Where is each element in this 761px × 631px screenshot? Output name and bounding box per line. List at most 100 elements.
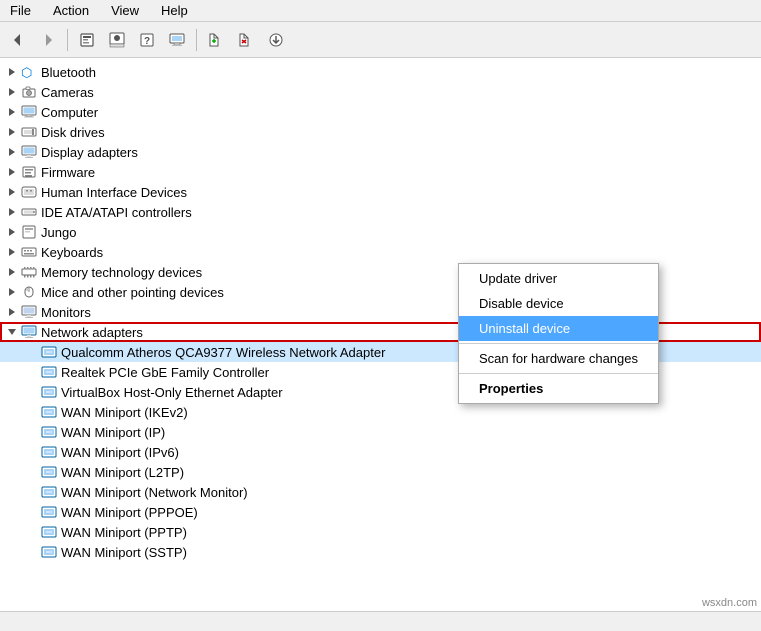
label-keyboards: Keyboards [41,245,103,260]
expander-computer[interactable] [4,104,20,120]
tree-item-jungo[interactable]: Jungo [0,222,761,242]
icon-ide [20,203,38,221]
properties-icon [79,32,95,48]
context-menu-separator [459,373,658,374]
expander-virtualbox[interactable] [24,384,40,400]
expander-hid[interactable] [4,184,20,200]
tree-item-computer[interactable]: Computer [0,102,761,122]
expander-wan-l2tp[interactable] [24,464,40,480]
label-hid: Human Interface Devices [41,185,187,200]
label-mice: Mice and other pointing devices [41,285,224,300]
update-driver-button[interactable] [103,26,131,54]
context-menu-item-scan-changes[interactable]: Scan for hardware changes [459,346,658,371]
tree-item-wan-ipv6[interactable]: WAN Miniport (IPv6) [0,442,761,462]
status-bar [0,611,761,631]
context-menu-item-disable-device[interactable]: Disable device [459,291,658,316]
expander-wan-ipv6[interactable] [24,444,40,460]
icon-realtek [40,363,58,381]
expander-wan-pppoe[interactable] [24,504,40,520]
tree-item-wan-l2tp[interactable]: WAN Miniport (L2TP) [0,462,761,482]
tree-item-wan-netmon[interactable]: WAN Miniport (Network Monitor) [0,482,761,502]
scan-button[interactable] [163,26,191,54]
svg-text:⬡: ⬡ [21,65,32,80]
remove-button[interactable] [232,26,260,54]
label-wan-pptp: WAN Miniport (PPTP) [61,525,187,540]
tree-item-wan-ikev2[interactable]: WAN Miniport (IKEv2) [0,402,761,422]
context-menu-item-uninstall-device[interactable]: Uninstall device [459,316,658,341]
icon-wan-netmon [40,483,58,501]
context-menu-separator [459,343,658,344]
tree-item-wan-ip[interactable]: WAN Miniport (IP) [0,422,761,442]
icon-wan-ikev2 [40,403,58,421]
expander-jungo[interactable] [4,224,20,240]
icon-memory [20,263,38,281]
icon-jungo [20,223,38,241]
expander-wan-pptp[interactable] [24,524,40,540]
expander-mice[interactable] [4,284,20,300]
icon-display-adapters [20,143,38,161]
main-content: ⬡BluetoothCameras Computer Disk drivesDisp… [0,58,761,611]
expander-monitors[interactable] [4,304,20,320]
tree-item-ide[interactable]: IDE ATA/ATAPI controllers [0,202,761,222]
label-firmware: Firmware [41,165,95,180]
tree-item-hid[interactable]: Human Interface Devices [0,182,761,202]
tree-item-wan-pppoe[interactable]: WAN Miniport (PPPOE) [0,502,761,522]
toolbar-sep-1 [67,29,68,51]
remove-icon [238,32,254,48]
expander-display-adapters[interactable] [4,144,20,160]
tree-item-firmware[interactable]: Firmware [0,162,761,182]
add-icon [208,32,224,48]
label-network-adapters: Network adapters [41,325,143,340]
menu-action[interactable]: Action [47,2,95,19]
expander-cameras[interactable] [4,84,20,100]
context-menu-item-properties[interactable]: Properties [459,376,658,401]
expander-memory[interactable] [4,264,20,280]
label-wan-l2tp: WAN Miniport (L2TP) [61,465,184,480]
context-menu-item-update-driver[interactable]: Update driver [459,266,658,291]
expander-bluetooth[interactable] [4,64,20,80]
menu-bar: File Action View Help [0,0,761,22]
menu-file[interactable]: File [4,2,37,19]
back-button[interactable] [4,26,32,54]
tree-item-disk-drives[interactable]: Disk drives [0,122,761,142]
icon-firmware [20,163,38,181]
svg-text:?: ? [144,36,150,47]
label-memory: Memory technology devices [41,265,202,280]
expander-keyboards[interactable] [4,244,20,260]
tree-item-wan-pptp[interactable]: WAN Miniport (PPTP) [0,522,761,542]
expander-wan-sstp[interactable] [24,544,40,560]
label-wan-ipv6: WAN Miniport (IPv6) [61,445,179,460]
forward-button[interactable] [34,26,62,54]
expander-disk-drives[interactable] [4,124,20,140]
expander-wan-ip[interactable] [24,424,40,440]
tree-item-wan-sstp[interactable]: WAN Miniport (SSTP) [0,542,761,562]
properties-button[interactable] [73,26,101,54]
label-realtek: Realtek PCIe GbE Family Controller [61,365,269,380]
menu-help[interactable]: Help [155,2,194,19]
icon-hid [20,183,38,201]
expander-firmware[interactable] [4,164,20,180]
icon-wan-pppoe [40,503,58,521]
menu-view[interactable]: View [105,2,145,19]
tree-item-keyboards[interactable]: Keyboards [0,242,761,262]
icon-cameras [20,83,38,101]
expander-wan-ikev2[interactable] [24,404,40,420]
label-monitors: Monitors [41,305,91,320]
expander-realtek[interactable] [24,364,40,380]
icon-monitors [20,303,38,321]
computer-icon [169,32,185,48]
add-button[interactable] [202,26,230,54]
tree-item-cameras[interactable]: Cameras [0,82,761,102]
expander-qualcomm[interactable] [24,344,40,360]
download-button[interactable] [262,26,290,54]
tree-item-bluetooth[interactable]: ⬡Bluetooth [0,62,761,82]
expander-network-adapters[interactable] [4,324,20,340]
expander-wan-netmon[interactable] [24,484,40,500]
update-driver-icon [109,32,125,48]
expander-ide[interactable] [4,204,20,220]
label-wan-ip: WAN Miniport (IP) [61,425,165,440]
help-button[interactable]: ? [133,26,161,54]
tree-item-display-adapters[interactable]: Display adapters [0,142,761,162]
label-computer: Computer [41,105,98,120]
label-wan-pppoe: WAN Miniport (PPPOE) [61,505,198,520]
